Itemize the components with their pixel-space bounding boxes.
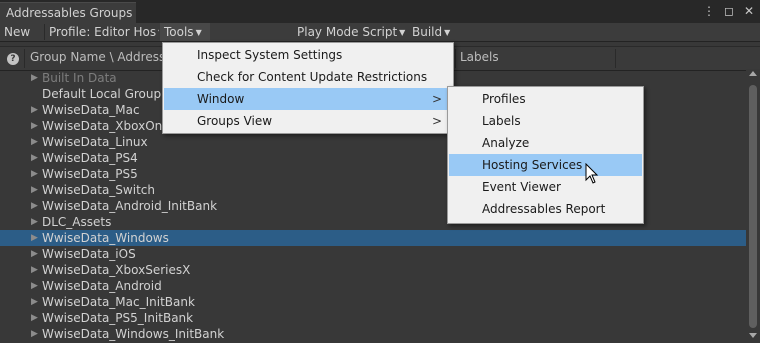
window-submenu-item[interactable]: Event Viewer	[449, 176, 642, 198]
window-submenu-item[interactable]: Profiles	[449, 88, 642, 110]
group-row[interactable]: ▶ WwiseData_Windows_InitBank	[0, 326, 746, 342]
group-row[interactable]: ▶ WwiseData_Mac_InitBank	[0, 294, 746, 310]
tools-menu-item[interactable]: Groups View >	[164, 110, 452, 132]
new-button[interactable]: New▼	[0, 23, 32, 41]
window-submenu-item[interactable]: Analyze	[449, 132, 642, 154]
column-group-name[interactable]: Group Name \ Addressab	[30, 50, 180, 64]
menu-item-label: Addressables Report	[482, 202, 606, 216]
expand-arrow-icon[interactable]: ▶	[31, 166, 38, 182]
group-name: Built In Data	[42, 71, 117, 85]
group-name: WwiseData_iOS	[42, 247, 136, 261]
toolbar: New▼ Profile: Editor Hos▼ Tools▼ Play Mo…	[0, 23, 760, 42]
scroll-down-icon[interactable]	[749, 333, 757, 338]
window-submenu-item[interactable]: Addressables Report	[449, 198, 642, 220]
caret-down-icon: ▼	[399, 28, 406, 37]
help-icon[interactable]: ?	[7, 53, 19, 65]
scrollbar-thumb[interactable]	[749, 85, 757, 328]
caret-down-icon: ▼	[158, 24, 159, 41]
tools-button[interactable]: Tools ▼	[160, 23, 210, 41]
menu-item-label: Labels	[482, 114, 521, 128]
expand-arrow-icon[interactable]: ▶	[31, 294, 38, 310]
expand-arrow-icon[interactable]: ▶	[31, 182, 38, 198]
window-tab[interactable]: Addressables Groups	[0, 2, 136, 23]
group-name: WwiseData_XboxOne	[42, 119, 170, 133]
menu-item-label: Event Viewer	[482, 180, 561, 194]
window-controls: ⋮ ◻ ✕	[702, 3, 756, 19]
tools-menu-item[interactable]: Inspect System Settings	[164, 44, 452, 66]
expand-arrow-icon[interactable]: ▶	[31, 70, 38, 86]
group-name: WwiseData_Switch	[42, 183, 155, 197]
expand-arrow-icon[interactable]: ▶	[31, 150, 38, 166]
scroll-up-icon[interactable]	[749, 71, 757, 76]
group-name: WwiseData_PS5_InitBank	[42, 311, 194, 325]
menu-item-label: Profiles	[482, 92, 526, 106]
build-button-label: Build	[412, 25, 443, 39]
column-labels[interactable]: Labels	[460, 50, 499, 64]
group-row[interactable]: ▶ WwiseData_PS5_InitBank	[0, 310, 746, 326]
submenu-arrow-icon: >	[431, 92, 442, 106]
group-row[interactable]: ▶ WwiseData_XboxSeriesX	[0, 262, 746, 278]
caret-down-icon: ▼	[444, 28, 451, 37]
column-divider[interactable]	[455, 49, 456, 68]
mouse-cursor-icon	[585, 163, 599, 184]
group-name: WwiseData_XboxSeriesX	[42, 263, 191, 277]
expand-arrow-icon[interactable]: ▶	[31, 118, 38, 134]
group-name: WwiseData_Linux	[42, 135, 148, 149]
group-row[interactable]: ▶ WwiseData_Windows	[0, 230, 746, 246]
column-divider[interactable]	[615, 49, 616, 68]
window-titlebar: Addressables Groups ⋮ ◻ ✕	[0, 0, 760, 23]
expand-arrow-icon[interactable]: ▶	[31, 246, 38, 262]
play-mode-script-button[interactable]: Play Mode Script ▼	[293, 23, 408, 41]
maximize-icon[interactable]: ◻	[722, 3, 736, 19]
expand-arrow-icon[interactable]: ▶	[31, 102, 38, 118]
expand-arrow-icon[interactable]: ▶	[31, 198, 38, 214]
tools-button-label: Tools	[164, 25, 194, 39]
group-name: WwiseData_Windows	[42, 231, 169, 245]
group-name: WwiseData_Mac_InitBank	[42, 295, 195, 309]
vertical-scrollbar[interactable]	[746, 69, 760, 343]
profile-dropdown[interactable]: Profile: Editor Hos▼	[45, 23, 159, 41]
group-name: WwiseData_Windows_InitBank	[42, 327, 225, 341]
close-icon[interactable]: ✕	[742, 3, 756, 19]
menu-item-label: Hosting Services	[482, 158, 583, 172]
build-button[interactable]: Build ▼	[408, 23, 454, 41]
group-name: DLC_Assets	[42, 215, 112, 229]
menu-item-label: Inspect System Settings	[197, 48, 343, 62]
expand-arrow-icon[interactable]: ▶	[31, 310, 38, 326]
menu-item-label: Analyze	[482, 136, 530, 150]
profile-dropdown-label: Profile: Editor Hos	[49, 25, 157, 39]
group-name: WwiseData_PS4	[42, 151, 138, 165]
tools-menu-item[interactable]: Window >	[164, 88, 452, 110]
group-row[interactable]: ▶ WwiseData_Android	[0, 278, 746, 294]
caret-down-icon: ▼	[195, 28, 202, 37]
window-submenu-item[interactable]: Hosting Services	[449, 154, 642, 176]
expand-arrow-icon[interactable]: ▶	[31, 278, 38, 294]
tools-menu: Inspect System Settings Check for Content…	[162, 42, 454, 134]
window-submenu: Profiles Labels Analyze Hosting Services Eve…	[447, 86, 644, 224]
group-name: WwiseData_Android	[42, 279, 162, 293]
tools-menu-item[interactable]: Check for Content Update Restrictions	[164, 66, 452, 88]
expand-arrow-icon[interactable]: ▶	[31, 230, 38, 246]
group-name: Default Local Group (	[42, 87, 170, 101]
group-name: WwiseData_Mac	[42, 103, 140, 117]
expand-arrow-icon[interactable]: ▶	[31, 262, 38, 278]
expand-arrow-icon[interactable]: ▶	[31, 214, 38, 230]
menu-item-label: Groups View	[197, 114, 273, 128]
submenu-arrow-icon: >	[431, 114, 442, 128]
window-submenu-item[interactable]: Labels	[449, 110, 642, 132]
play-mode-script-label: Play Mode Script	[297, 25, 398, 39]
menu-item-label: Window	[197, 92, 245, 106]
more-vertical-icon[interactable]: ⋮	[702, 3, 716, 19]
group-name: WwiseData_PS5	[42, 167, 138, 181]
group-name: WwiseData_Android_InitBank	[42, 199, 218, 213]
column-divider	[24, 49, 25, 68]
group-row[interactable]: ▶ WwiseData_iOS	[0, 246, 746, 262]
expand-arrow-icon[interactable]: ▶	[31, 326, 38, 342]
expand-arrow-icon[interactable]: ▶	[31, 134, 38, 150]
menu-item-label: Check for Content Update Restrictions	[197, 70, 428, 84]
new-button-label: New	[4, 25, 31, 39]
